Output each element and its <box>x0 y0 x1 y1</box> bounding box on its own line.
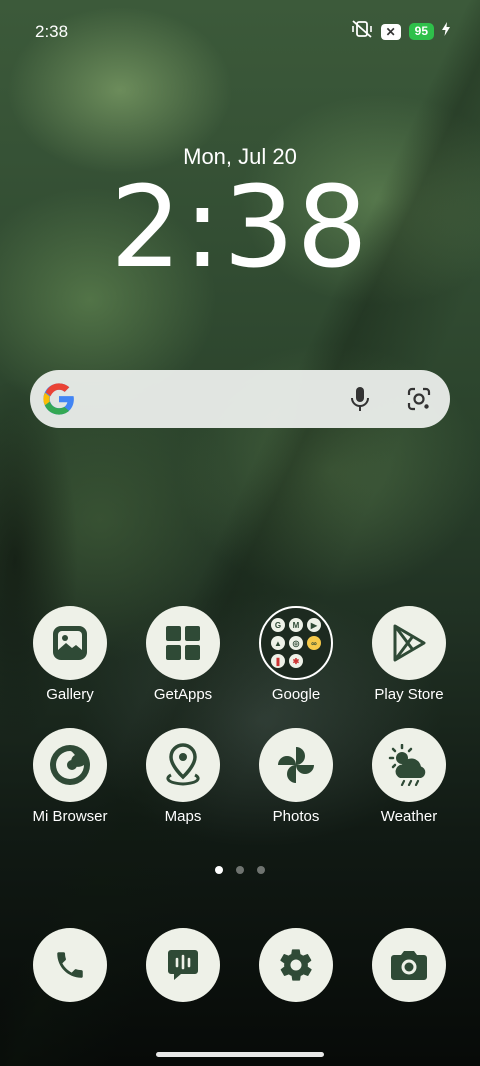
messages-icon <box>146 928 220 1002</box>
settings-icon <box>259 928 333 1002</box>
gallery-icon <box>33 606 107 680</box>
charging-icon <box>442 22 450 41</box>
voice-search-icon[interactable] <box>348 386 372 417</box>
dock-phone[interactable] <box>15 928 125 1002</box>
page-dot[interactable] <box>236 866 244 874</box>
mini-google-icon: G <box>271 618 285 632</box>
google-lens-icon[interactable] <box>406 386 432 417</box>
clock-time[interactable]: 2:38 <box>0 168 480 288</box>
getapps-icon <box>146 606 220 680</box>
mini-photos-icon: ✱ <box>289 654 303 668</box>
app-label: Google <box>271 686 321 703</box>
app-label: GetApps <box>153 686 213 703</box>
app-label: Weather <box>380 808 438 825</box>
mini-meet-icon: ▲ <box>271 636 285 650</box>
notification-x-icon: ✕ <box>380 23 401 40</box>
app-maps[interactable]: Maps <box>128 728 238 825</box>
gesture-nav-handle[interactable] <box>156 1052 324 1057</box>
status-bar: 2:38 ✕ 95 <box>0 0 480 62</box>
dock-camera[interactable] <box>354 928 464 1002</box>
dock-messages[interactable] <box>128 928 238 1002</box>
status-time: 2:38 <box>35 22 69 41</box>
page-dot[interactable] <box>257 866 265 874</box>
app-getapps[interactable]: GetApps <box>128 606 238 703</box>
phone-icon <box>33 928 107 1002</box>
page-indicator[interactable] <box>0 866 480 874</box>
mi-browser-icon <box>33 728 107 802</box>
status-icons: ✕ 95 <box>351 20 450 43</box>
google-logo-icon <box>42 382 76 421</box>
mini-assistant-icon: ∞ <box>307 636 321 650</box>
app-google-folder[interactable]: G M ▶ ▲ ◎ ∞ ❚ ✱ Google <box>241 606 351 703</box>
vibrate-off-icon <box>351 20 373 43</box>
page-dot-active[interactable] <box>215 866 223 874</box>
app-photos[interactable]: Photos <box>241 728 351 825</box>
app-gallery[interactable]: Gallery <box>15 606 125 703</box>
google-folder-icon: G M ▶ ▲ ◎ ∞ ❚ ✱ <box>259 606 333 680</box>
mini-pay-icon: ❚ <box>271 654 285 668</box>
app-weather[interactable]: Weather <box>354 728 464 825</box>
mini-youtube-icon: ▶ <box>307 618 321 632</box>
mini-gmail-icon: M <box>289 618 303 632</box>
app-label: Gallery <box>46 686 94 703</box>
camera-icon <box>372 928 446 1002</box>
app-play-store[interactable]: Play Store <box>354 606 464 703</box>
app-label: Play Store <box>374 686 444 703</box>
battery-level: 95 <box>408 23 434 40</box>
weather-icon <box>372 728 446 802</box>
app-mi-browser[interactable]: Mi Browser <box>15 728 125 825</box>
dock-settings[interactable] <box>241 928 351 1002</box>
maps-icon <box>146 728 220 802</box>
play-store-icon <box>372 606 446 680</box>
mini-chrome-icon: ◎ <box>289 636 303 650</box>
app-label: Photos <box>272 808 320 825</box>
google-search-bar[interactable] <box>30 370 450 428</box>
photos-icon <box>259 728 333 802</box>
app-label: Mi Browser <box>32 808 108 825</box>
app-label: Maps <box>164 808 202 825</box>
